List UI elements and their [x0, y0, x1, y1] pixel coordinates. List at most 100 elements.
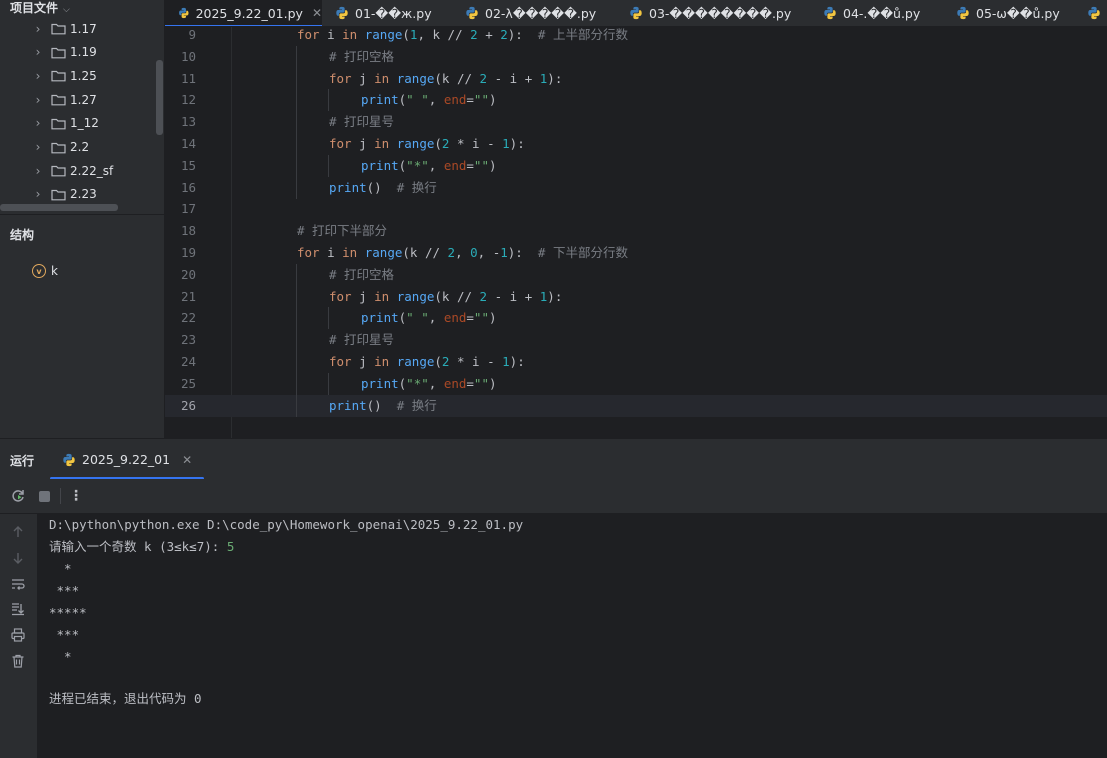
run-panel-header: 运行 2025_9.22_01 ✕ — [0, 438, 1107, 480]
tree-folder-item[interactable]: › 1.27 — [0, 88, 160, 111]
editor-tab-overflow[interactable] — [1087, 0, 1107, 26]
code-token: in — [374, 354, 390, 369]
code-line[interactable]: 12 print(" ", end="") — [165, 89, 1107, 112]
code-line[interactable]: 13 # 打印星号 — [165, 111, 1107, 134]
print-button[interactable] — [10, 627, 26, 643]
tree-folder-item[interactable]: › 1_12 — [0, 112, 160, 135]
editor-tab[interactable]: 04-.��ů.py — [810, 0, 930, 26]
code-token: ): — [507, 245, 538, 260]
code-line[interactable]: 19 for i in range(k // 2, 0, -1): # 下半部分行… — [165, 242, 1107, 264]
code-token: range — [396, 70, 435, 86]
indent-guide — [296, 67, 297, 90]
editor-tab[interactable]: 02-λ�����.py — [452, 0, 602, 26]
code-line[interactable]: 14 for j in range(2 * i - 1): — [165, 133, 1107, 155]
close-icon[interactable]: ✕ — [182, 453, 192, 467]
stop-icon — [38, 490, 50, 502]
folder-icon — [51, 47, 66, 59]
code-token: 2 — [447, 245, 456, 260]
run-config-tab[interactable]: 2025_9.22_01 ✕ — [50, 439, 205, 480]
clear-console-button[interactable] — [10, 653, 26, 669]
code-token: , — [428, 92, 444, 108]
code-line[interactable]: 20 # 打印空格 — [165, 263, 1107, 286]
tree-horizontal-scrollbar[interactable] — [0, 204, 118, 211]
code-line[interactable]: 15 print("*", end="") — [165, 154, 1107, 177]
code-token: , — [428, 157, 444, 173]
scroll-down-button[interactable] — [10, 550, 26, 566]
console-output-line: *** — [49, 583, 80, 598]
code-line[interactable]: 17 — [165, 198, 1107, 220]
code-token: ): — [547, 70, 563, 86]
chevron-right-icon[interactable]: › — [31, 22, 45, 36]
code-text: # 打印下半部分 — [297, 220, 387, 242]
indent-guide — [296, 394, 297, 417]
tree-folder-item[interactable]: › 2.23 — [0, 183, 160, 206]
code-text: print("*", end="") — [361, 373, 497, 395]
code-text: for j in range(k // 2 - i + 1): — [329, 286, 562, 308]
code-line[interactable]: 21 for j in range(k // 2 - i + 1): — [165, 285, 1107, 308]
chevron-right-icon[interactable]: › — [31, 116, 45, 130]
code-line[interactable]: 24 for j in range(2 * i - 1): — [165, 351, 1107, 373]
code-token: ) — [488, 92, 497, 108]
code-line[interactable]: 23 # 打印星号 — [165, 329, 1107, 352]
code-line[interactable]: 10 # 打印空格 — [165, 45, 1107, 68]
code-token: = — [466, 92, 474, 108]
project-panel-header[interactable]: 项目文件 ⌵ — [10, 0, 70, 17]
code-line[interactable]: 22 print(" ", end="") — [165, 307, 1107, 330]
tree-folder-item[interactable]: › 2.22_sf — [0, 159, 160, 182]
tree-folder-item[interactable]: › 1.17 — [0, 17, 160, 40]
editor-tab[interactable]: 03-��������.py — [616, 0, 796, 26]
code-token: = — [466, 375, 474, 391]
structure-item-k[interactable]: v k — [32, 262, 58, 280]
more-options-button[interactable]: ⋮ — [68, 488, 84, 504]
code-token: ): — [509, 136, 525, 151]
code-line[interactable]: 26 print() # 换行 — [165, 394, 1107, 417]
chevron-right-icon[interactable]: › — [31, 187, 45, 201]
code-line[interactable]: 11 for j in range(k // 2 - i + 1): — [165, 67, 1107, 90]
soft-wrap-button[interactable] — [10, 576, 26, 592]
code-text: print(" ", end="") — [361, 307, 497, 329]
code-editor[interactable]: 9 for i in range(1, k // 2 + 2): # 上半部分行数… — [165, 27, 1107, 438]
code-token: print — [361, 92, 399, 108]
code-text: print("*", end="") — [361, 155, 497, 177]
code-token: " " — [406, 310, 429, 326]
tree-vertical-scrollbar[interactable] — [156, 60, 163, 135]
code-token: ) — [488, 375, 497, 391]
indent-guide — [296, 89, 297, 112]
chevron-right-icon[interactable]: › — [31, 45, 45, 59]
chevron-right-icon[interactable]: › — [31, 93, 45, 107]
close-icon[interactable]: ✕ — [312, 6, 322, 20]
code-line[interactable]: 18 # 打印下半部分 — [165, 220, 1107, 242]
code-line[interactable]: 16 print() # 换行 — [165, 176, 1107, 199]
code-token: () — [366, 179, 397, 195]
run-panel-title: 运行 — [10, 454, 35, 468]
code-token: + — [477, 27, 501, 42]
code-token: 1 — [502, 354, 510, 369]
panel-divider[interactable] — [0, 214, 164, 215]
code-token: range — [364, 27, 403, 42]
tree-folder-item[interactable]: › 2.2 — [0, 136, 160, 159]
tree-folder-item[interactable]: › 1.25 — [0, 64, 160, 87]
code-token: # 换行 — [396, 397, 437, 413]
chevron-right-icon[interactable]: › — [31, 164, 45, 178]
code-token: ( — [434, 354, 442, 369]
chevron-right-icon[interactable]: › — [31, 69, 45, 83]
console-output[interactable]: D:\python\python.exe D:\code_py\Homework… — [37, 514, 1107, 758]
code-line[interactable]: 9 for i in range(1, k // 2 + 2): # 上半部分行数 — [165, 27, 1107, 46]
folder-icon — [51, 94, 66, 106]
scroll-up-button[interactable] — [10, 524, 26, 540]
code-token: print — [329, 397, 367, 413]
code-token: 1 — [502, 136, 510, 151]
indent-guide — [296, 285, 297, 308]
editor-tab[interactable]: 05-ѡ��ů.py — [943, 0, 1068, 26]
rerun-button[interactable] — [10, 488, 26, 504]
stop-button[interactable] — [36, 488, 52, 504]
tree-folder-item[interactable]: › 1.19 — [0, 41, 160, 64]
editor-tab[interactable]: 01-��ж.py — [322, 0, 442, 26]
printer-icon — [11, 628, 25, 642]
scroll-to-end-button[interactable] — [10, 601, 26, 617]
chevron-right-icon[interactable]: › — [31, 140, 45, 154]
run-tab-label: 2025_9.22_01 — [82, 452, 171, 467]
code-token: print — [329, 179, 367, 195]
code-line[interactable]: 25 print("*", end="") — [165, 372, 1107, 395]
editor-tab[interactable]: 2025_9.22_01.py ✕ — [165, 0, 322, 26]
